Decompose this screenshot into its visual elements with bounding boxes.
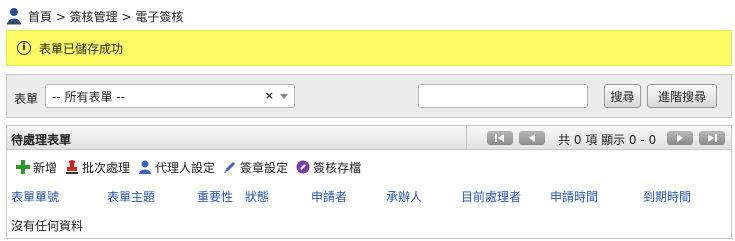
breadcrumb: 首頁 > 簽核管理 > 電子簽核 (6, 6, 183, 26)
user-icon (139, 160, 152, 174)
chevron-down-icon[interactable] (280, 94, 288, 99)
stamp-icon (66, 159, 79, 174)
form-select[interactable]: -- 所有表單 -- × (45, 84, 295, 108)
column-header[interactable]: 重要性 (197, 188, 233, 205)
pending-forms-grid: 待處理表單 共 0 項 顯示 0 - 0 表單單號 表單主題 重要性 狀態 申請… (6, 125, 732, 239)
column-header[interactable]: 表單主題 (107, 188, 155, 205)
column-headers: 表單單號 表單主題 重要性 狀態 申請者 承辦人 目前處理者 申請時間 到期時間 (7, 186, 731, 206)
first-page-icon (495, 134, 504, 142)
column-header[interactable]: 表單單號 (11, 188, 59, 205)
next-page-icon (677, 134, 683, 142)
proxy-label: 代理人設定 (155, 160, 216, 175)
prev-page-button[interactable] (519, 131, 545, 145)
prev-page-icon (529, 134, 535, 142)
advanced-search-button[interactable]: 進階搜尋 (647, 84, 717, 108)
add-label: 新增 (33, 160, 58, 175)
last-page-icon (708, 134, 717, 142)
signature-label: 簽章設定 (240, 160, 289, 175)
last-page-button[interactable] (699, 131, 725, 145)
grid-title: 待處理表單 (11, 133, 72, 147)
proxy-settings-button[interactable]: 代理人設定 (138, 159, 215, 176)
column-header[interactable]: 申請者 (311, 188, 347, 205)
empty-message: 沒有任何資料 (11, 219, 84, 233)
search-button[interactable]: 搜尋 (604, 84, 641, 108)
grid-header: 待處理表單 共 0 項 顯示 0 - 0 (7, 126, 731, 150)
plus-icon (16, 160, 30, 174)
form-label: 表單 (14, 92, 39, 106)
archive-icon (296, 160, 310, 174)
add-button[interactable]: 新增 (16, 159, 57, 176)
clear-icon[interactable]: × (265, 89, 274, 102)
info-icon: i (17, 41, 31, 55)
grid-toolbar: 新增 批次處理 代理人設定 簽章設定 簽核存檔 (16, 157, 361, 177)
column-header[interactable]: 目前處理者 (461, 188, 521, 205)
form-select-value: -- 所有表單 -- (52, 89, 125, 104)
alert-message: 表單已儲存成功 (39, 41, 124, 56)
divider (466, 126, 467, 150)
batch-process-button[interactable]: 批次處理 (65, 159, 130, 176)
breadcrumb-text: 首頁 > 簽核管理 > 電子簽核 (28, 9, 184, 24)
success-alert: i 表單已儲存成功 (6, 30, 732, 66)
user-icon (6, 7, 22, 25)
archive-button[interactable]: 簽核存檔 (296, 159, 361, 176)
archive-label: 簽核存檔 (313, 160, 362, 175)
pagination-info: 共 0 項 顯示 0 - 0 (558, 133, 657, 147)
column-header[interactable]: 承辦人 (386, 188, 422, 205)
column-header[interactable]: 到期時間 (643, 188, 691, 205)
next-page-button[interactable] (667, 131, 693, 145)
search-panel: 表單 -- 所有表單 -- × 搜尋 進階搜尋 (6, 74, 732, 118)
column-header[interactable]: 狀態 (245, 188, 269, 205)
search-input[interactable] (418, 84, 588, 108)
pen-icon (224, 162, 236, 173)
signature-settings-button[interactable]: 簽章設定 (223, 159, 288, 176)
column-header[interactable]: 申請時間 (550, 188, 598, 205)
batch-label: 批次處理 (82, 160, 131, 175)
first-page-button[interactable] (487, 131, 513, 145)
